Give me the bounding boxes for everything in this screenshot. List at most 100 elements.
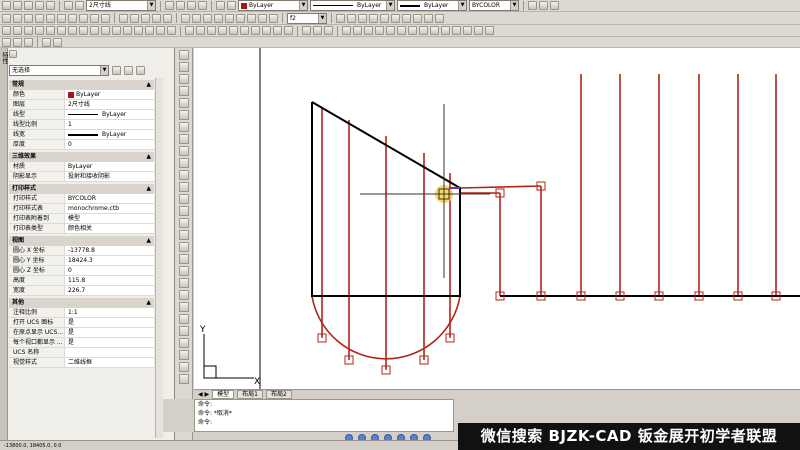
ucs-previous-icon[interactable] [397, 26, 406, 35]
dimension-radius-icon[interactable] [46, 13, 55, 23]
camera-icon[interactable] [435, 13, 444, 23]
walk-icon[interactable] [13, 37, 22, 47]
ellipse-arc-icon[interactable] [178, 170, 189, 180]
dimension-text-edit-icon[interactable] [152, 13, 161, 23]
collapse-icon[interactable]: ▲ [146, 184, 151, 193]
dimension-aligned-icon[interactable] [13, 13, 22, 23]
property-row[interactable]: 线型比例 1 [9, 120, 154, 130]
line-icon[interactable] [178, 50, 189, 60]
selection-combo[interactable]: 无选择 ▼ [9, 64, 109, 76]
property-row[interactable]: 阴影显示 投射和接收阴影 [9, 172, 154, 182]
pan-icon[interactable] [165, 1, 174, 10]
dist-icon[interactable] [178, 290, 189, 300]
dimstyle-combo[interactable]: f2 ▼ [287, 12, 327, 24]
ucs-origin-icon[interactable] [408, 26, 417, 35]
property-row[interactable]: 圆心 Z 坐标 0 [9, 266, 154, 276]
property-value[interactable]: ByLayer [65, 130, 154, 139]
tab-layout1[interactable]: 布局1 [237, 390, 263, 399]
offset-icon[interactable] [35, 26, 44, 35]
array-icon[interactable] [46, 26, 55, 35]
id-point-icon[interactable] [178, 338, 189, 348]
osnap-intersection-icon[interactable] [203, 13, 212, 23]
linetype-combo[interactable]: ByLayer ▼ [310, 0, 395, 11]
subtract-icon[interactable] [313, 26, 322, 35]
chamfer-icon[interactable] [145, 26, 154, 35]
view-back-icon[interactable] [380, 13, 389, 23]
dimension-linear-icon[interactable] [2, 13, 11, 23]
ucs-icon[interactable] [375, 26, 384, 35]
osnap-midpoint-icon[interactable] [192, 13, 201, 23]
revision-cloud-icon[interactable] [178, 134, 189, 144]
osnap-quadrant-icon[interactable] [225, 13, 234, 23]
zoom-window-icon[interactable] [187, 1, 196, 10]
property-value[interactable]: 1 [65, 120, 154, 129]
redo-icon[interactable] [75, 1, 84, 10]
osnap-tangent-icon[interactable] [236, 13, 245, 23]
color-combo[interactable]: ByLayer ▼ [238, 0, 308, 11]
property-row[interactable]: 在原点显示 UCS... 是 [9, 328, 154, 338]
quick-select-icon[interactable] [136, 65, 145, 75]
polygon-icon[interactable] [178, 86, 189, 96]
property-value[interactable]: 2尺寸线 [65, 100, 154, 109]
center-mark-icon[interactable] [130, 13, 139, 23]
extrude-icon[interactable] [251, 26, 260, 35]
view-iso2-icon[interactable] [402, 13, 411, 23]
property-value[interactable]: 二维线框 [65, 358, 154, 367]
view-iso3-icon[interactable] [413, 13, 422, 23]
extend-icon[interactable] [112, 26, 121, 35]
ucs-view-icon[interactable] [452, 26, 461, 35]
arc-icon[interactable] [178, 110, 189, 120]
dimension-diameter-icon[interactable] [57, 13, 66, 23]
construction-line-icon[interactable] [178, 62, 189, 72]
rotate-icon[interactable] [68, 26, 77, 35]
property-row[interactable]: 线型 ByLayer [9, 110, 154, 120]
property-value[interactable]: ByLayer [65, 90, 154, 99]
property-value[interactable]: 是 [65, 328, 154, 337]
property-row[interactable]: 打印样式 BYCOLOR [9, 194, 154, 204]
property-row[interactable]: 材质 ByLayer [9, 162, 154, 172]
property-row[interactable]: 线宽 ByLayer [9, 130, 154, 140]
make-block-icon[interactable] [178, 194, 189, 204]
copy-icon[interactable] [13, 26, 22, 35]
select-objects-icon[interactable] [124, 65, 133, 75]
erase-icon[interactable] [2, 26, 11, 35]
osnap-center-icon[interactable] [214, 13, 223, 23]
property-value[interactable]: 0 [65, 266, 154, 275]
property-value[interactable]: 模型 [65, 214, 154, 223]
scale-icon[interactable] [79, 26, 88, 35]
property-value[interactable]: 是 [65, 318, 154, 327]
property-row[interactable]: 厚度 0 [9, 140, 154, 150]
property-row[interactable]: 圆心 X 坐标 -13778.8 [9, 246, 154, 256]
textstyle-combo[interactable]: 2尺寸线 ▼ [86, 0, 156, 11]
layer-manager-icon[interactable] [216, 1, 225, 10]
collapse-icon[interactable]: ▲ [146, 236, 151, 245]
property-group-header[interactable]: 打印样式 ▲ [9, 184, 154, 194]
fly-icon[interactable] [24, 37, 33, 47]
property-value[interactable]: BYCOLOR [65, 194, 154, 203]
lights-icon[interactable] [364, 26, 373, 35]
property-row[interactable]: 高度 115.8 [9, 276, 154, 286]
dimension-edit-icon[interactable] [141, 13, 150, 23]
collapse-icon[interactable]: ▲ [146, 298, 151, 307]
zoom-previous-icon[interactable] [198, 1, 207, 10]
circle-icon[interactable] [178, 122, 189, 132]
property-row[interactable]: UCS 名称 [9, 348, 154, 358]
explode-icon[interactable] [167, 26, 176, 35]
materials-icon[interactable] [353, 26, 362, 35]
property-value[interactable]: 是 [65, 338, 154, 347]
tab-layout2[interactable]: 布局2 [265, 390, 292, 399]
property-value[interactable]: -13778.8 [65, 246, 154, 255]
region-icon[interactable] [178, 242, 189, 252]
ucs-3point-icon[interactable] [419, 26, 428, 35]
property-value[interactable]: ByLayer [65, 162, 154, 171]
fillet-icon[interactable] [156, 26, 165, 35]
hide-icon[interactable] [42, 37, 51, 47]
dimension-angular-icon[interactable] [68, 13, 77, 23]
rectangle-icon[interactable] [178, 98, 189, 108]
point-icon[interactable] [178, 206, 189, 216]
color-wheel-icon[interactable] [178, 362, 189, 372]
property-group-header[interactable]: 常规 ▲ [9, 80, 154, 90]
layer-state-icon[interactable] [227, 1, 236, 10]
sphere-icon[interactable] [196, 26, 205, 35]
ucs-y-icon[interactable] [474, 26, 483, 35]
